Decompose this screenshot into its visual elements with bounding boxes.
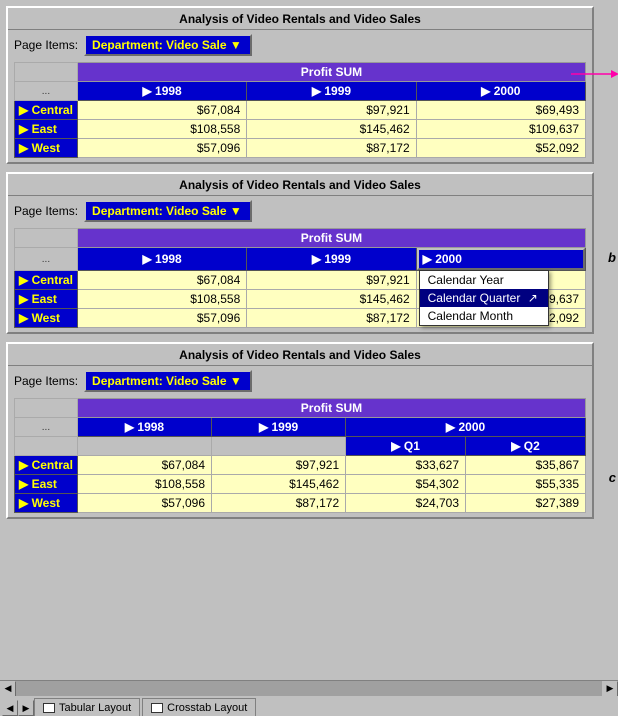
row-central-c[interactable]: ▶ Central [15,456,78,475]
dept-dropdown-b[interactable]: Department: Video Sale ▼ [84,200,252,222]
row-west-b[interactable]: ▶ West [15,309,78,328]
row-east-c[interactable]: ▶ East [15,475,78,494]
panel-c-title: Analysis of Video Rentals and Video Sale… [8,344,592,366]
ellipsis-b: ... [15,248,78,271]
panel-a: Analysis of Video Rentals and Video Sale… [4,4,598,166]
year-2000-a[interactable]: ▶ 2000 [416,82,585,101]
dropdown-calendar-year[interactable]: Calendar Year [420,271,548,289]
ellipsis-a: ... [15,82,78,101]
year-1999-a[interactable]: ▶ 1999 [247,82,416,101]
panel-a-title: Analysis of Video Rentals and Video Sale… [8,8,592,30]
row-central-b[interactable]: ▶ Central [15,271,78,290]
table-row: ▶ Central $67,084 $97,921 $33,627 $35,86… [15,456,586,475]
table-row: ▶ East $108,558 $145,462 $109,637 [15,120,586,139]
panel-b: Analysis of Video Rentals and Video Sale… [4,170,598,336]
row-east-a[interactable]: ▶ East [15,120,78,139]
ellipsis-c: ... [15,418,78,437]
hscroll-left-btn[interactable]: ◀ [0,681,16,697]
profit-sum-header-b: Profit SUM [77,229,585,248]
tab-tabular-layout[interactable]: Tabular Layout [34,698,140,716]
dept-dropdown-a[interactable]: Department: Video Sale ▼ [84,34,252,56]
dropdown-calendar-month[interactable]: Calendar Month [420,307,548,325]
year-1998-b[interactable]: ▶ 1998 [77,248,246,271]
tab-crosstab-layout[interactable]: Crosstab Layout [142,698,256,716]
row-west-c[interactable]: ▶ West [15,494,78,513]
year-1998-a[interactable]: ▶ 1998 [77,82,246,101]
table-row: ▶ West $57,096 $87,172 $24,703 $27,389 [15,494,586,513]
table-row: ▶ West $57,096 $87,172 $52,092 [15,139,586,158]
page-items-label-c: Page Items: [14,374,78,388]
year-1999-c[interactable]: ▶ 1999 [212,418,346,437]
panel-c: Analysis of Video Rentals and Video Sale… [4,340,598,521]
table-row: ▶ Central $67,084 $97,921 $69,493 [15,101,586,120]
dropdown-calendar-quarter[interactable]: Calendar Quarter ↗ [420,289,548,307]
q1-c[interactable]: ▶ Q1 [346,437,466,456]
q2-c[interactable]: ▶ Q2 [466,437,586,456]
row-central-a[interactable]: ▶ Central [15,101,78,120]
page-items-label-a: Page Items: [14,38,78,52]
row-west-a[interactable]: ▶ West [15,139,78,158]
page-items-label-b: Page Items: [14,204,78,218]
year-2000-c[interactable]: ▶ 2000 [346,418,586,437]
tab-right-btn[interactable]: ▶ [18,700,34,716]
year-2000-b[interactable]: ▶ 2000 [419,250,583,268]
year-1998-c[interactable]: ▶ 1998 [77,418,211,437]
profit-sum-header-c: Profit SUM [77,399,585,418]
profit-sum-header-a: Profit SUM [77,63,585,82]
year-1999-b[interactable]: ▶ 1999 [247,248,416,271]
table-row: ▶ East $108,558 $145,462 $54,302 $55,335 [15,475,586,494]
row-east-b[interactable]: ▶ East [15,290,78,309]
tab-left-btn[interactable]: ◀ [2,700,18,716]
panel-b-title: Analysis of Video Rentals and Video Sale… [8,174,592,196]
hscroll-right-btn[interactable]: ▶ [602,681,618,697]
dept-dropdown-c[interactable]: Department: Video Sale ▼ [84,370,252,392]
